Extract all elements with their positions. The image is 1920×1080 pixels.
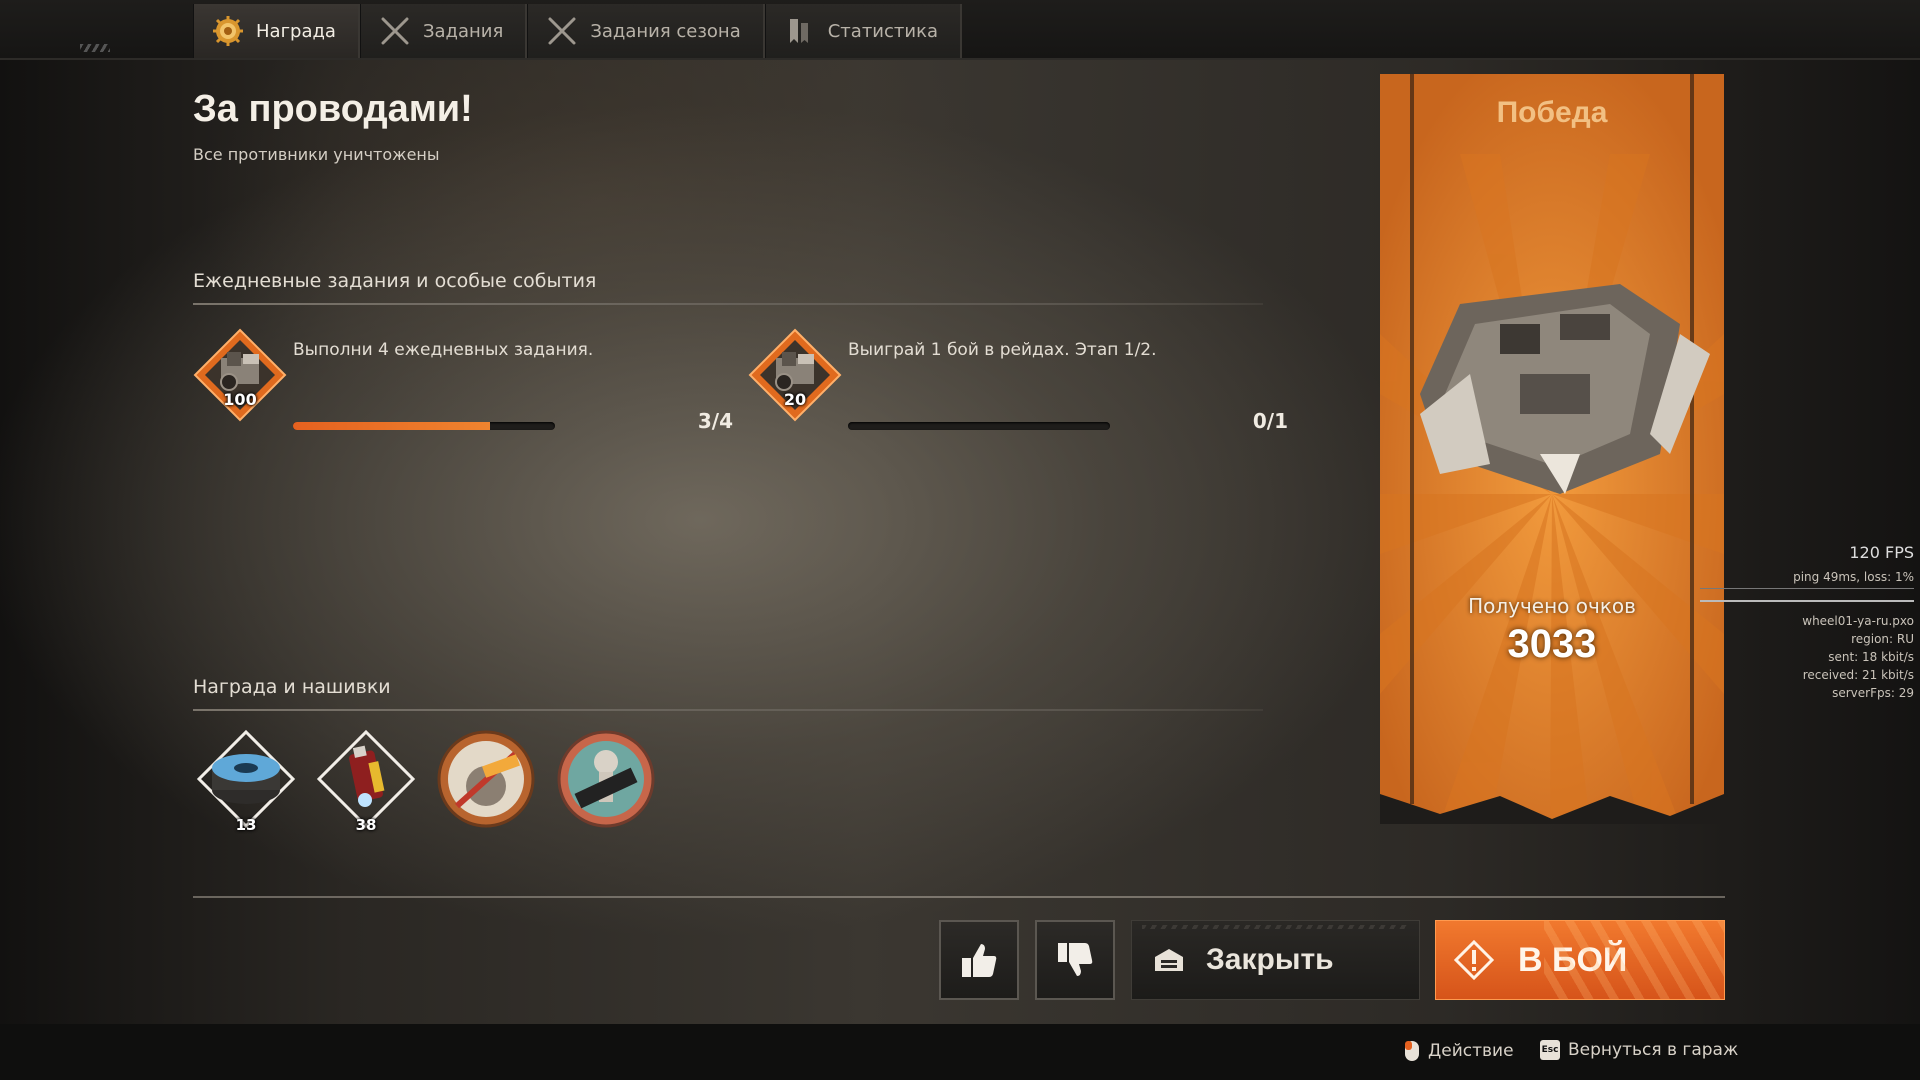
- dislike-button[interactable]: [1035, 920, 1115, 1000]
- thumbs-down-icon: [1058, 943, 1093, 976]
- daily-divider: [193, 303, 1263, 305]
- tab-quests-label: Задания: [422, 20, 504, 42]
- mouse-icon: [1405, 1041, 1419, 1061]
- quest-reward-count: 20: [783, 390, 807, 409]
- wire-coil-icon: [196, 729, 296, 829]
- received-readout: received: 21 kbit/s: [1802, 668, 1914, 682]
- quest-item: 20 Выиграй 1 бой в рейдах. Этап 1/2. 0/1: [748, 328, 1288, 433]
- quest-text: Выполни 4 ежедневных задания.: [293, 340, 594, 360]
- mvp-badge-icon: [557, 730, 655, 828]
- fps-counter: 120 FPS: [1849, 543, 1914, 562]
- server-fps-readout: serverFps: 29: [1832, 686, 1914, 700]
- points-label: Получено очков: [1468, 594, 1636, 618]
- esc-key-icon: Esc: [1540, 1040, 1560, 1060]
- region-readout: region: RU: [1851, 632, 1914, 646]
- sent-readout: sent: 18 kbit/s: [1828, 650, 1914, 664]
- quest-progress-bar: [848, 422, 1110, 430]
- quest-count: 3/4: [697, 409, 733, 433]
- quest-progress-bar: [293, 422, 555, 430]
- rewards-heading: Награда и нашивки: [193, 676, 391, 698]
- quest-item: 100 Выполни 4 ежедневных задания. 3/4: [193, 328, 733, 433]
- points-value: 3033: [1507, 622, 1597, 666]
- ping-readout: ping 49ms, loss: 1%: [1793, 570, 1914, 584]
- battle-subtitle: Все противники уничтожены: [193, 145, 440, 164]
- killjoy-badge[interactable]: [435, 728, 537, 838]
- reward-item[interactable]: 13: [195, 728, 297, 838]
- top-bar: Награда Задания Задания сезона Статистик…: [0, 0, 1920, 60]
- tab-reward-label: Награда: [256, 20, 336, 42]
- crossed-swords-icon: [548, 17, 576, 45]
- tab-statistics-label: Статистика: [827, 20, 938, 42]
- like-button[interactable]: [939, 920, 1019, 1000]
- fight-button-pattern: [1544, 921, 1724, 999]
- hint-back-label: Вернуться в гараж: [1568, 1040, 1739, 1060]
- server-name: wheel01-ya-ru.pxo: [1802, 614, 1914, 628]
- tab-quests[interactable]: Задания: [359, 4, 528, 58]
- quest-progress-fill: [293, 422, 490, 430]
- tab-reward[interactable]: Награда: [193, 4, 360, 58]
- rewards-divider: [193, 709, 1263, 711]
- reward-gear-icon: [213, 16, 243, 46]
- crossed-swords-icon: [381, 17, 409, 45]
- thumbs-up-icon: [962, 944, 997, 977]
- quest-reward-count: 100: [223, 390, 257, 409]
- tab-bar: Награда Задания Задания сезона Статистик…: [193, 4, 962, 58]
- decor-stripes: [80, 44, 110, 52]
- tab-statistics[interactable]: Статистика: [764, 4, 962, 58]
- stats-bookmark-icon: [789, 19, 808, 43]
- reward-count: 13: [235, 816, 257, 834]
- reward-count: 38: [355, 816, 377, 834]
- banner-art: [1380, 74, 1724, 824]
- quest-text: Выиграй 1 бой в рейдах. Этап 1/2.: [848, 340, 1157, 360]
- alert-gear-icon: [1454, 940, 1494, 980]
- tab-season-quests-label: Задания сезона: [590, 20, 741, 42]
- result-banner: Победа Получено очков 3033: [1380, 74, 1724, 824]
- hint-action[interactable]: Действие: [1404, 1040, 1514, 1062]
- quest-count: 0/1: [1252, 409, 1288, 433]
- net-info: wheel01-ya-ru.pxo region: RU sent: 18 kb…: [1802, 612, 1914, 702]
- fight-button[interactable]: В БОЙ: [1435, 920, 1725, 1000]
- hint-action-label: Действие: [1428, 1041, 1514, 1061]
- mvp-badge[interactable]: [555, 728, 657, 838]
- rewards-list: 13 38: [195, 728, 657, 838]
- battle-title: За проводами!: [193, 88, 473, 130]
- tab-season-quests[interactable]: Задания сезона: [527, 4, 765, 58]
- garage-icon: [1155, 949, 1183, 971]
- killjoy-badge-icon: [437, 730, 535, 828]
- close-button[interactable]: Закрыть: [1131, 920, 1420, 1000]
- close-button-label: Закрыть: [1206, 943, 1334, 976]
- reward-item[interactable]: 38: [315, 728, 417, 838]
- net-graph: [1700, 588, 1914, 602]
- battery-icon: [316, 729, 416, 829]
- hint-back-to-garage[interactable]: Esc Вернуться в гараж: [1540, 1040, 1738, 1060]
- bottom-divider: [193, 896, 1725, 898]
- daily-heading: Ежедневные задания и особые события: [193, 270, 597, 292]
- result-label: Победа: [1496, 96, 1608, 129]
